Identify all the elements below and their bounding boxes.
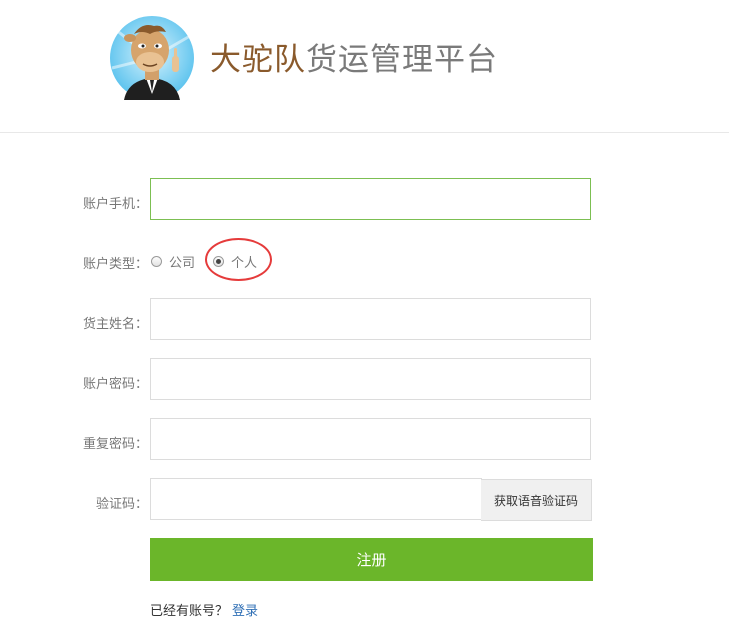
verification-code-label: 验证码： xyxy=(95,497,148,512)
repeat-password-input[interactable] xyxy=(150,418,591,460)
phone-label: 账户手机： xyxy=(82,197,148,212)
password-input[interactable] xyxy=(150,358,591,400)
get-voice-code-button[interactable]: 获取语音验证码 xyxy=(481,479,592,521)
repeat-password-label: 重复密码： xyxy=(82,437,148,452)
radio-company-circle[interactable] xyxy=(151,256,162,267)
login-prompt: 已经有账号？ 登录 xyxy=(150,600,258,619)
radio-company-label: 公司 xyxy=(169,256,196,271)
camel-logo-icon xyxy=(110,16,194,100)
has-account-text: 已经有账号？ xyxy=(150,604,229,619)
account-type-label: 账户类型： xyxy=(82,257,148,272)
page-title: 大驼队货运管理平台 xyxy=(210,40,498,80)
owner-name-label: 货主姓名： xyxy=(82,317,148,332)
radio-company[interactable]: 公司 xyxy=(151,252,195,271)
password-label: 账户密码： xyxy=(82,377,148,392)
annotation-circle xyxy=(205,238,272,281)
platform-name: 货运管理平台 xyxy=(306,42,498,78)
verification-code-input[interactable] xyxy=(150,478,482,520)
login-link[interactable]: 登录 xyxy=(232,604,258,619)
brand-name: 大驼队 xyxy=(210,42,306,78)
register-button[interactable]: 注册 xyxy=(150,538,593,581)
owner-name-input[interactable] xyxy=(150,298,591,340)
header: 大驼队货运管理平台 xyxy=(0,0,729,133)
phone-input[interactable] xyxy=(150,178,591,220)
